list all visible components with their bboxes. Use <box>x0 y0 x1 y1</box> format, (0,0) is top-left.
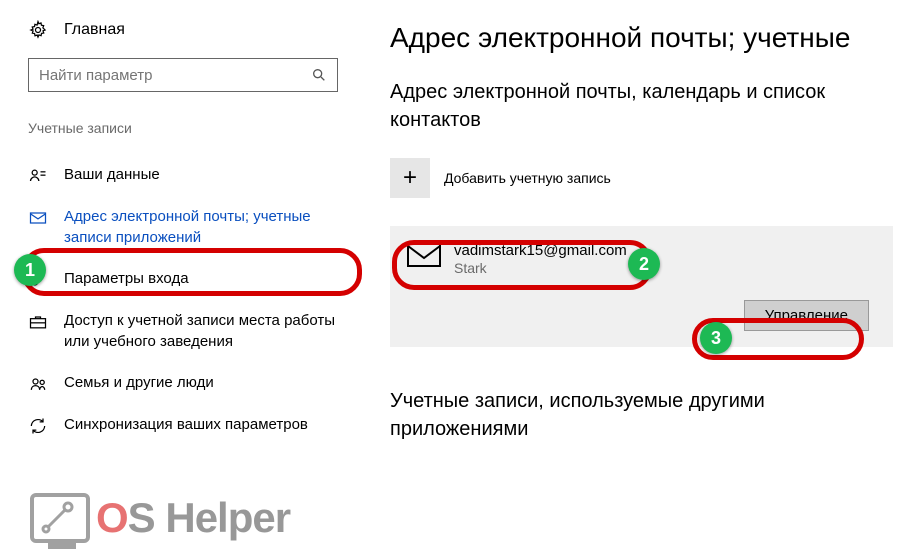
sidebar-item-signin-options[interactable]: Параметры входа <box>28 258 358 300</box>
account-email: vadimstark15@gmail.com <box>454 242 627 259</box>
annotation-badge-1: 1 <box>14 254 46 286</box>
home-label: Главная <box>64 21 125 39</box>
add-account-button[interactable]: + Добавить учетную запись <box>390 158 893 198</box>
search-input-container[interactable] <box>28 58 338 92</box>
page-title: Адрес электронной почты; учетные <box>390 22 893 54</box>
search-input[interactable] <box>39 67 311 84</box>
annotation-badge-3: 3 <box>700 322 732 354</box>
monitor-wrench-icon <box>30 493 90 543</box>
sidebar-item-label: Доступ к учетной записи места работы или… <box>64 310 358 352</box>
main-content: Адрес электронной почты; учетные Адрес э… <box>360 0 903 446</box>
sidebar-item-sync[interactable]: Синхронизация ваших параметров <box>28 404 358 446</box>
search-icon <box>311 67 327 83</box>
person-card-icon <box>28 166 48 186</box>
sidebar-item-label: Ваши данные <box>64 164 160 185</box>
settings-sidebar: Главная Учетные записи Ваши данные <box>0 0 360 446</box>
watermark: OS Helper <box>30 493 290 543</box>
sync-icon <box>28 416 48 436</box>
sidebar-item-work-access[interactable]: Доступ к учетной записи места работы или… <box>28 300 358 362</box>
sidebar-item-email-accounts[interactable]: Адрес электронной почты; учетные записи … <box>28 196 358 258</box>
page-subtitle: Адрес электронной почты, календарь и спи… <box>390 78 893 134</box>
sidebar-item-label: Адрес электронной почты; учетные записи … <box>64 206 358 248</box>
sidebar-item-family[interactable]: Семья и другие люди <box>28 362 358 404</box>
section-other-apps: Учетные записи, используемые другими при… <box>390 387 893 443</box>
manage-button[interactable]: Управление <box>744 300 869 331</box>
mail-icon <box>28 208 48 228</box>
people-icon <box>28 374 48 394</box>
gear-icon <box>28 20 48 40</box>
sidebar-item-label: Параметры входа <box>64 268 189 289</box>
watermark-text: OS Helper <box>96 494 290 542</box>
sidebar-item-label: Синхронизация ваших параметров <box>64 414 308 435</box>
account-name: Stark <box>454 260 627 276</box>
account-item[interactable]: vadimstark15@gmail.com Stark Управление <box>390 226 893 347</box>
envelope-icon <box>406 242 442 268</box>
briefcase-icon <box>28 312 48 332</box>
add-account-label: Добавить учетную запись <box>444 170 611 186</box>
sidebar-item-your-info[interactable]: Ваши данные <box>28 154 358 196</box>
section-label: Учетные записи <box>28 120 360 136</box>
annotation-badge-2: 2 <box>628 248 660 280</box>
sidebar-item-label: Семья и другие люди <box>64 372 214 393</box>
plus-icon: + <box>390 158 430 198</box>
home-button[interactable]: Главная <box>28 20 360 40</box>
